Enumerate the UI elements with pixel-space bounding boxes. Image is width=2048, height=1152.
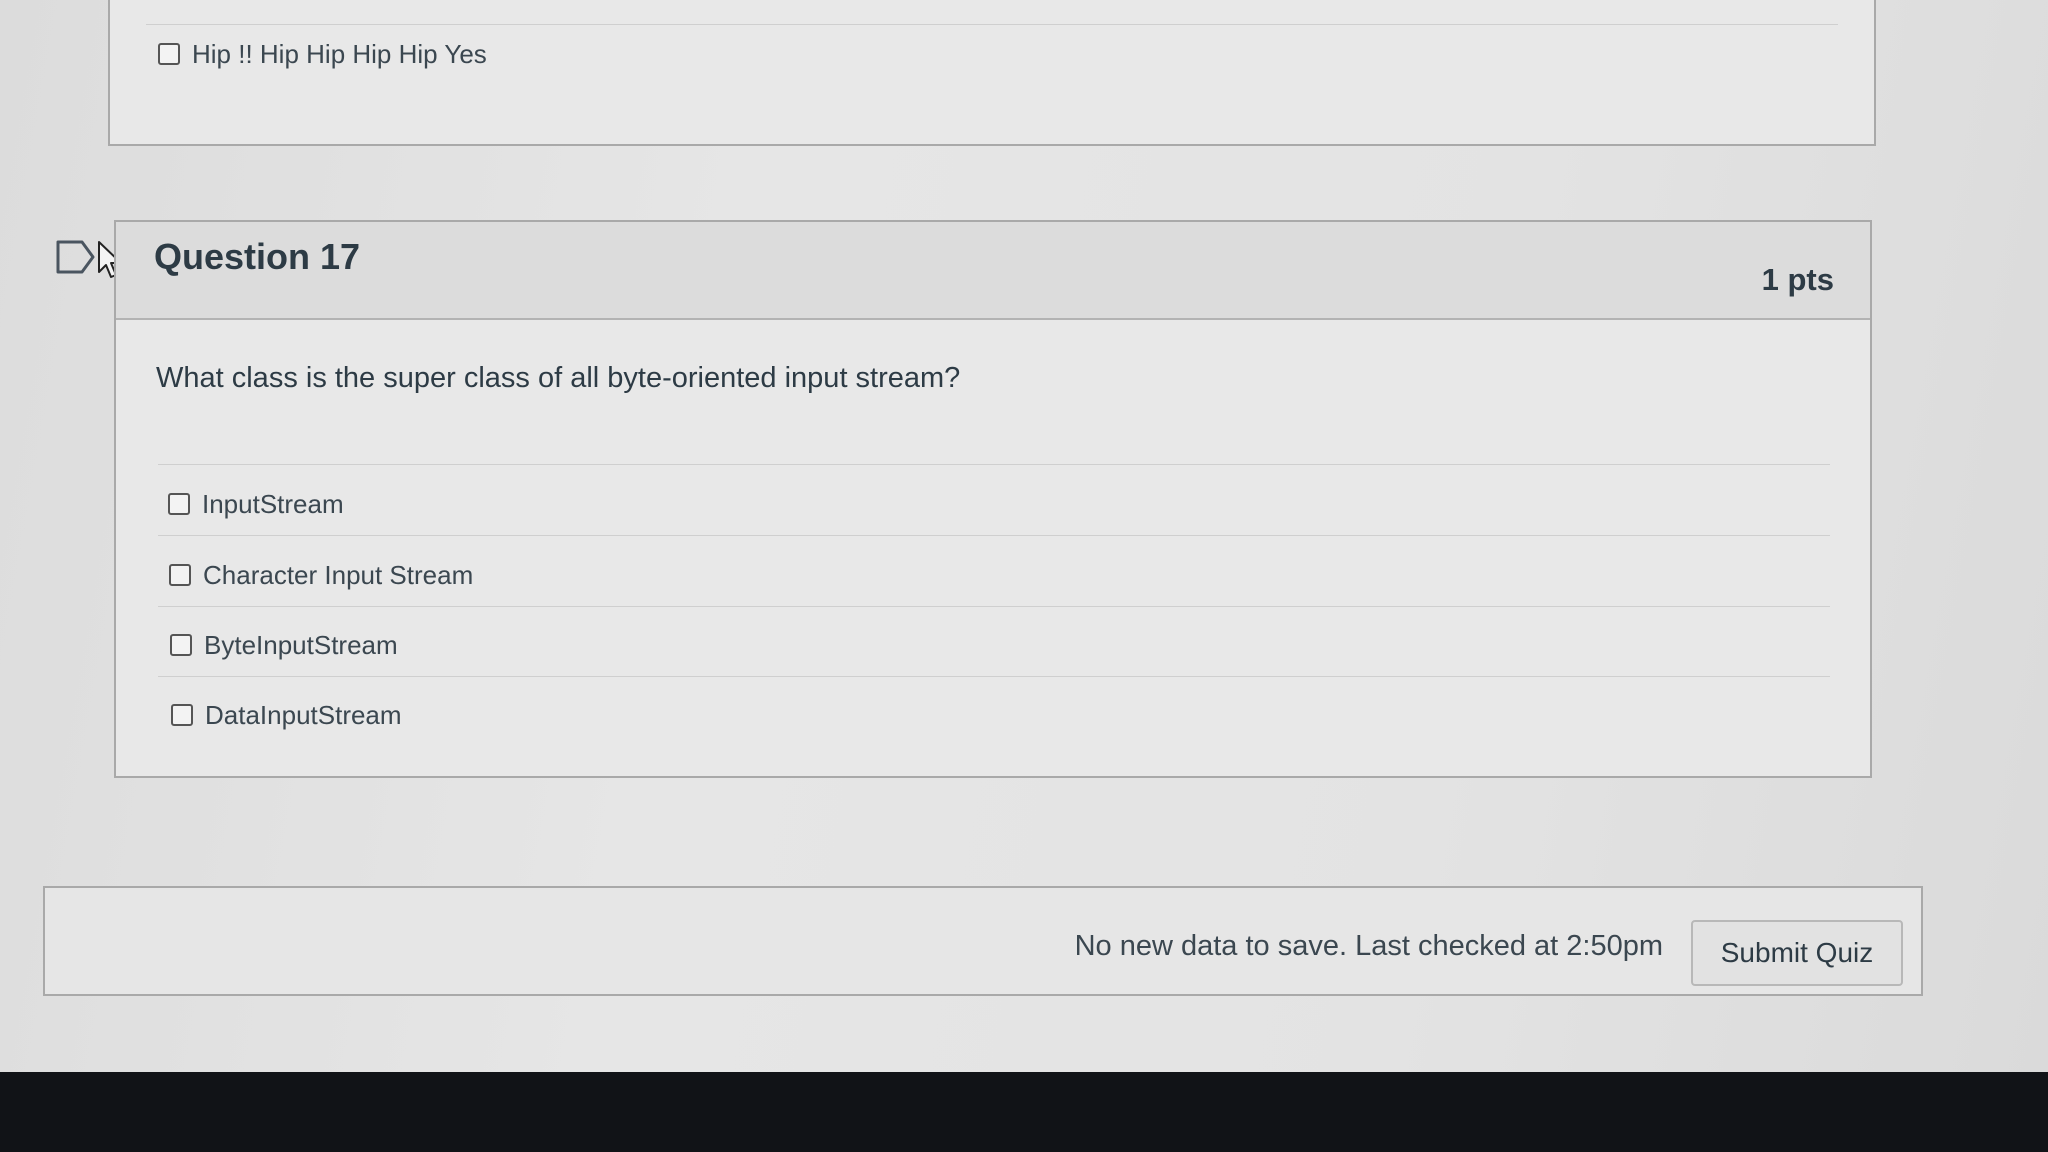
question-title: Question 17 bbox=[154, 236, 361, 277]
answer-label: Hip !! Hip Hip Hip Hip Yes bbox=[192, 38, 487, 69]
answer-checkbox[interactable] bbox=[169, 564, 191, 586]
answer-checkbox[interactable] bbox=[168, 493, 190, 515]
answer-option-inputstream[interactable]: InputStream bbox=[168, 484, 344, 524]
answer-divider bbox=[158, 464, 1830, 465]
submit-quiz-button[interactable]: Submit Quiz bbox=[1691, 920, 1903, 986]
screen-bezel bbox=[0, 1072, 2048, 1152]
question-panel: Question 17 1 pts What class is the supe… bbox=[114, 220, 1872, 778]
answer-option[interactable]: Hip !! Hip Hip Hip Hip Yes bbox=[158, 34, 487, 74]
flag-question-icon[interactable] bbox=[56, 240, 96, 274]
answer-option-character-input-stream[interactable]: Character Input Stream bbox=[169, 555, 473, 595]
question-points: 1 pts bbox=[1761, 262, 1834, 297]
answer-checkbox[interactable] bbox=[171, 704, 193, 726]
answer-label: DataInputStream bbox=[205, 699, 402, 730]
answer-label: ByteInputStream bbox=[204, 629, 398, 660]
answer-option-byteinputstream[interactable]: ByteInputStream bbox=[170, 625, 398, 665]
answer-divider bbox=[146, 24, 1838, 25]
answer-divider bbox=[158, 535, 1830, 536]
save-status-text: No new data to save. Last checked at 2:5… bbox=[1074, 930, 1663, 962]
previous-question-panel: Hip !! Hip Hip Hip Hip Yes bbox=[108, 0, 1876, 146]
answer-checkbox[interactable] bbox=[158, 43, 180, 65]
answer-label: InputStream bbox=[202, 488, 344, 519]
quiz-footer: No new data to save. Last checked at 2:5… bbox=[43, 886, 1923, 996]
answer-checkbox[interactable] bbox=[170, 634, 192, 656]
answer-label: Character Input Stream bbox=[203, 559, 474, 590]
answer-divider bbox=[158, 606, 1830, 607]
question-header: Question 17 1 pts bbox=[116, 222, 1870, 320]
answer-divider bbox=[158, 676, 1830, 677]
answer-option-datainputstream[interactable]: DataInputStream bbox=[171, 695, 402, 735]
question-text: What class is the super class of all byt… bbox=[156, 362, 961, 394]
